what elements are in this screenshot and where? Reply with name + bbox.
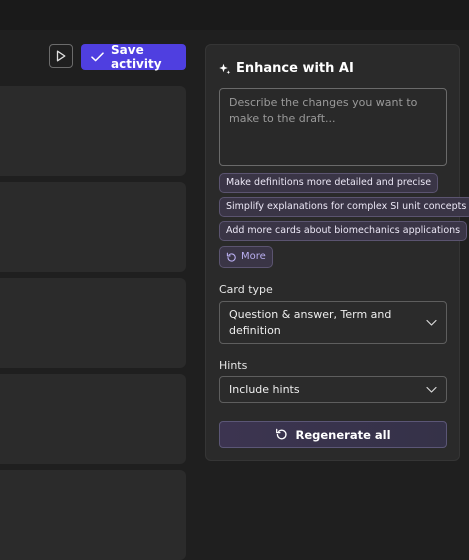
refresh-icon — [275, 428, 288, 441]
refresh-icon — [226, 252, 237, 263]
hints-value: Include hints — [229, 383, 300, 396]
play-icon — [56, 50, 66, 62]
card-type-label: Card type — [219, 283, 273, 296]
chevron-down-icon — [426, 319, 437, 326]
card-type-select[interactable]: Question & answer, Term and definition — [219, 301, 447, 344]
flashcard[interactable] — [0, 86, 186, 176]
sparkle-icon — [219, 63, 231, 75]
flashcard[interactable] — [0, 278, 186, 368]
suggestion-chip[interactable]: Make definitions more detailed and preci… — [219, 173, 439, 193]
play-button[interactable] — [49, 44, 73, 68]
card-type-value: Question & answer, Term and definition — [229, 308, 392, 337]
panel-title-text: Enhance with AI — [236, 61, 354, 76]
save-activity-button[interactable]: Save activity — [81, 43, 186, 71]
flashcard[interactable] — [0, 182, 186, 272]
enhance-panel: Enhance with AI Make definitions more de… — [205, 44, 469, 461]
flashcard[interactable] — [0, 470, 186, 560]
chevron-down-icon — [426, 386, 437, 393]
checkmark-icon — [91, 52, 104, 62]
more-suggestions-button[interactable]: More — [219, 246, 273, 268]
hints-label: Hints — [219, 359, 248, 372]
panel-title: Enhance with AI — [219, 61, 354, 76]
regenerate-all-label: Regenerate all — [295, 427, 391, 442]
save-activity-label: Save activity — [111, 43, 162, 71]
flashcard[interactable] — [0, 374, 186, 464]
more-label: More — [241, 251, 266, 262]
regenerate-all-button[interactable]: Regenerate all — [219, 421, 447, 448]
suggestion-chip[interactable]: Simplify explanations for complex SI uni… — [219, 197, 469, 217]
enhance-prompt-input[interactable] — [219, 88, 447, 166]
top-bar — [0, 0, 469, 30]
suggestion-chip[interactable]: Add more cards about biomechanics applic… — [219, 221, 468, 241]
hints-select[interactable]: Include hints — [219, 376, 447, 403]
